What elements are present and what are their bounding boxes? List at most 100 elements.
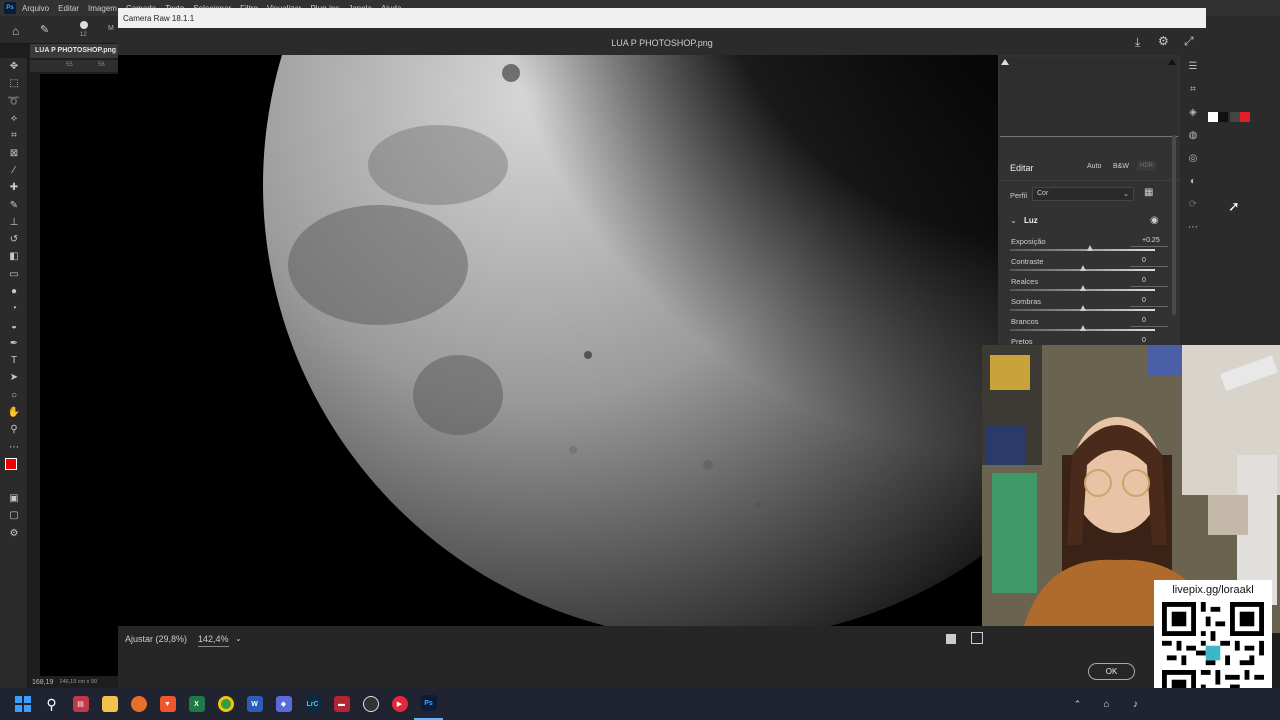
photoshop-logo[interactable]: Ps bbox=[4, 2, 16, 14]
slider-thumb[interactable] bbox=[1079, 265, 1086, 271]
path-select-tool-icon[interactable]: ➤ bbox=[0, 369, 28, 386]
type-tool-icon[interactable]: T bbox=[0, 352, 28, 369]
excel-icon[interactable]: X bbox=[182, 688, 211, 720]
recording-app-icon[interactable] bbox=[356, 688, 385, 720]
hand-tool-icon[interactable]: ✋ bbox=[0, 404, 28, 421]
app-diamond-icon[interactable]: ◆ bbox=[269, 688, 298, 720]
remove-tool-icon[interactable]: ◈ bbox=[1180, 101, 1206, 124]
search-icon[interactable]: ⚲ bbox=[37, 688, 66, 720]
chrome-icon[interactable] bbox=[211, 688, 240, 720]
image-preview[interactable] bbox=[118, 55, 998, 626]
menu-arquivo[interactable]: Arquivo bbox=[22, 4, 49, 13]
tray-overflow-chevron-icon[interactable]: ⌃ bbox=[1063, 688, 1092, 720]
history-brush-icon[interactable]: ↺ bbox=[0, 231, 28, 248]
save-icon[interactable]: ⤓ bbox=[1135, 35, 1140, 50]
fullscreen-icon[interactable]: ⤢ bbox=[1184, 34, 1194, 49]
blur-tool-icon[interactable]: ● bbox=[0, 283, 28, 300]
screen-mode-icon[interactable]: ▢ bbox=[0, 507, 28, 524]
frame-tool-icon[interactable]: ⊠ bbox=[0, 144, 28, 161]
menu-imagem[interactable]: Imagem bbox=[88, 4, 117, 13]
edit-sliders-icon[interactable]: ☰ bbox=[1180, 55, 1206, 78]
crop-icon[interactable]: ⌗ bbox=[1180, 78, 1206, 101]
microphone-icon[interactable]: ♪ bbox=[1121, 688, 1150, 720]
fit-zoom-button[interactable]: Ajustar (29,8%) bbox=[125, 634, 187, 644]
network-icon[interactable]: ⌂ bbox=[1092, 688, 1121, 720]
slider-thumb[interactable] bbox=[1086, 245, 1093, 251]
move-tool-icon[interactable]: ✥ bbox=[0, 58, 28, 75]
zoom-level-field[interactable]: 142,4% bbox=[198, 634, 229, 647]
menu-editar[interactable]: Editar bbox=[58, 4, 79, 13]
windows-start-icon[interactable] bbox=[8, 688, 37, 720]
profile-browser-icon[interactable]: ▦ bbox=[1144, 187, 1153, 198]
lightroom-classic-icon[interactable]: LrC bbox=[298, 688, 327, 720]
extra-tool-icon[interactable]: ⚙ bbox=[0, 524, 28, 541]
snapshots-icon[interactable]: ⟳ bbox=[1180, 193, 1206, 216]
slider-value-input[interactable]: 0 bbox=[1130, 297, 1168, 307]
more-options-icon[interactable]: ⋯ bbox=[1180, 216, 1206, 239]
home-icon[interactable]: ⌂ bbox=[12, 24, 19, 38]
panel-scrollbar[interactable] bbox=[1172, 135, 1176, 315]
swatch-white[interactable] bbox=[1208, 112, 1218, 122]
brush-tool-icon[interactable]: ✎ bbox=[40, 23, 49, 36]
swatch-gray[interactable] bbox=[1230, 112, 1240, 122]
brush-tool-icon[interactable]: ✎ bbox=[0, 196, 28, 213]
dodge-tool-icon[interactable]: ◔ bbox=[0, 300, 28, 317]
healing-tool-icon[interactable]: ✚ bbox=[0, 179, 28, 196]
crop-tool-icon[interactable]: ⌗ bbox=[0, 127, 28, 144]
presets-icon[interactable]: ◐ bbox=[1180, 170, 1206, 193]
gradient-tool-icon[interactable]: ▭ bbox=[0, 266, 28, 283]
foreground-color-swatch[interactable] bbox=[5, 457, 17, 470]
red-eye-icon[interactable]: ◎ bbox=[1180, 147, 1206, 170]
slider-value-input[interactable]: 0 bbox=[1130, 257, 1168, 267]
light-section-title[interactable]: Luz bbox=[1024, 216, 1038, 225]
color-swatches[interactable] bbox=[0, 456, 28, 490]
slider-thumb[interactable] bbox=[1079, 305, 1086, 311]
masking-icon[interactable]: ◍ bbox=[1180, 124, 1206, 147]
brush-preview-icon[interactable] bbox=[80, 21, 88, 29]
sponge-tool-icon[interactable]: ◒ bbox=[0, 317, 28, 334]
zoom-dropdown-chevron-icon[interactable]: ⌄ bbox=[235, 634, 242, 643]
firefox-icon[interactable] bbox=[124, 688, 153, 720]
pen-tool-icon[interactable]: ✒ bbox=[0, 335, 28, 352]
task-view-icon[interactable]: ▤ bbox=[66, 688, 95, 720]
lasso-tool-icon[interactable]: ➰ bbox=[0, 93, 28, 110]
shadow-clipping-icon[interactable] bbox=[1001, 59, 1009, 65]
slider-track[interactable] bbox=[1010, 249, 1155, 251]
swatch-red[interactable] bbox=[1240, 112, 1250, 122]
stamp-tool-icon[interactable]: ⊥ bbox=[0, 214, 28, 231]
word-icon[interactable]: W bbox=[240, 688, 269, 720]
swatch-black[interactable] bbox=[1218, 112, 1228, 122]
highlight-clipping-icon[interactable] bbox=[1168, 59, 1176, 65]
quick-mask-icon[interactable]: ▣ bbox=[0, 490, 28, 507]
section-collapse-chevron-icon[interactable]: ⌄ bbox=[1010, 216, 1017, 225]
profile-select[interactable]: Cor ⌄ bbox=[1032, 187, 1134, 201]
view-mode-icon[interactable] bbox=[946, 634, 956, 644]
brush-mode[interactable]: M bbox=[108, 25, 114, 32]
hdr-button[interactable]: HDR bbox=[1137, 161, 1156, 171]
slider-value-input[interactable]: 0 bbox=[1130, 317, 1168, 327]
photoshop-canvas[interactable] bbox=[40, 74, 118, 676]
zoom-tool-icon[interactable]: ⚲ bbox=[0, 421, 28, 438]
eyedropper-tool-icon[interactable]: ⁄ bbox=[0, 162, 28, 179]
slider-value-input[interactable]: +0.25 bbox=[1130, 237, 1168, 247]
more-tools-icon[interactable]: ⋯ bbox=[0, 439, 28, 456]
shape-tool-icon[interactable]: ○ bbox=[0, 387, 28, 404]
photoshop-taskbar-icon[interactable]: Ps bbox=[414, 688, 443, 720]
file-explorer-icon[interactable] bbox=[95, 688, 124, 720]
ok-button[interactable]: OK bbox=[1088, 663, 1135, 680]
slider-thumb[interactable] bbox=[1079, 285, 1086, 291]
bw-button[interactable]: B&W bbox=[1110, 161, 1132, 172]
quick-select-tool-icon[interactable]: ⟡ bbox=[0, 110, 28, 127]
brave-icon[interactable]: ▼ bbox=[153, 688, 182, 720]
visibility-eye-icon[interactable]: ◉ bbox=[1150, 215, 1159, 226]
slider-value-input[interactable]: 0 bbox=[1130, 277, 1168, 287]
media-player-icon[interactable]: ▶ bbox=[385, 688, 414, 720]
eraser-tool-icon[interactable]: ◧ bbox=[0, 248, 28, 265]
obs-app-icon[interactable]: ▬ bbox=[327, 688, 356, 720]
document-tab[interactable]: LUA P PHOTOSHOP.png bbox=[30, 44, 118, 58]
before-after-icon[interactable] bbox=[971, 632, 983, 644]
auto-button[interactable]: Auto bbox=[1084, 161, 1104, 172]
marquee-tool-icon[interactable]: ⬚ bbox=[0, 75, 28, 92]
slider-thumb[interactable] bbox=[1079, 325, 1086, 331]
settings-gear-icon[interactable]: ⚙ bbox=[1158, 34, 1169, 48]
